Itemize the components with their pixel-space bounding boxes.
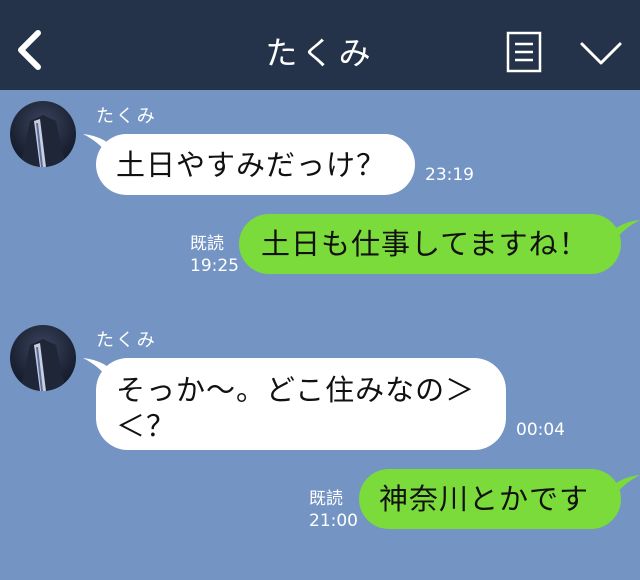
read-receipt: 既読 19:25 [190,233,239,277]
read-receipt: 既読 21:00 [309,488,358,532]
avatar[interactable] [10,101,76,167]
message-text-line: そっか〜。どこ住みなの＞ [116,373,476,407]
message-bubble-outgoing[interactable]: 土日も仕事してますね！ [239,214,621,274]
message-time: 23:19 [425,165,474,185]
message-text: 神奈川とかです [379,482,590,516]
message-bubble-incoming[interactable]: そっか〜。どこ住みなの＞ ＜？ [96,358,506,450]
message-text: 土日も仕事してますね！ [261,227,589,261]
message-text: 土日やすみだっけ？ [116,148,387,182]
chevron-down-icon[interactable] [578,38,624,68]
avatar[interactable] [10,325,76,391]
message-text-line: ＜？ [116,409,177,443]
sender-name: たくみ [96,106,157,127]
message-bubble-outgoing[interactable]: 神奈川とかです [359,469,621,529]
chat-header: たくみ [0,0,640,90]
message-time: 21:00 [309,511,358,531]
chat-title: たくみ [265,34,375,72]
read-label: 既読 [190,234,224,254]
read-label: 既読 [309,489,343,509]
message-bubble-incoming[interactable]: 土日やすみだっけ？ [96,134,415,195]
sender-name: たくみ [96,330,157,351]
message-time: 00:04 [516,420,565,440]
message-time: 19:25 [190,256,239,276]
note-icon[interactable] [506,31,542,73]
